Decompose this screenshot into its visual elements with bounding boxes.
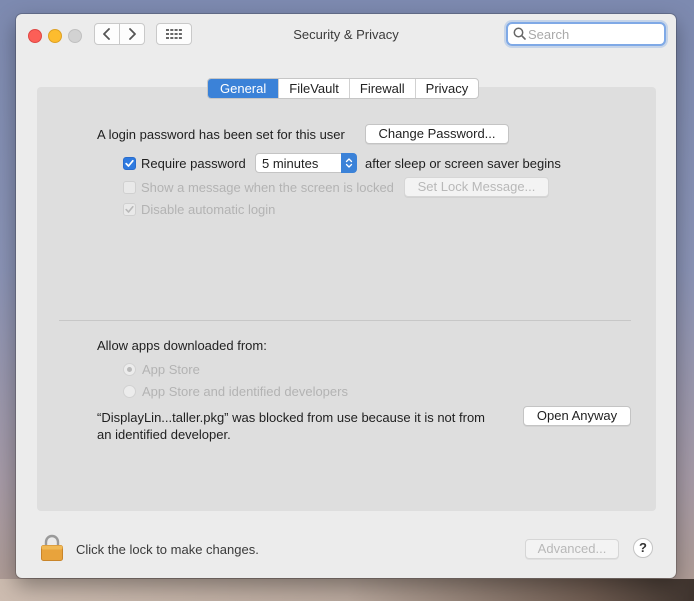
blocked-message-line-2: an identified developer.: [97, 427, 231, 442]
after-sleep-text: after sleep or screen saver begins: [365, 156, 561, 171]
checkmark-icon: [125, 206, 134, 213]
tab-filevault[interactable]: FileVault: [278, 79, 349, 98]
system-preferences-window: Security & Privacy General FileVault Fir…: [16, 14, 676, 578]
allow-apps-heading: Allow apps downloaded from:: [97, 338, 267, 353]
tab-bar: General FileVault Firewall Privacy: [207, 78, 480, 99]
radio-app-store[interactable]: [123, 363, 136, 376]
select-arrows-icon: [341, 153, 357, 173]
login-password-text: A login password has been set for this u…: [97, 127, 345, 142]
require-password-label: Require password: [141, 156, 246, 171]
radio-app-store-label: App Store: [142, 362, 200, 377]
radio-identified-developers[interactable]: [123, 385, 136, 398]
desktop-background: [0, 579, 694, 601]
show-message-checkbox[interactable]: [123, 181, 136, 194]
delay-value: 5 minutes: [262, 156, 319, 171]
blocked-message-line-1: “DisplayLin...taller.pkg” was blocked fr…: [97, 410, 486, 425]
advanced-button[interactable]: Advanced...: [525, 539, 619, 559]
radio-identified-developers-label: App Store and identified developers: [142, 384, 348, 399]
require-password-delay-select[interactable]: 5 minutes: [255, 153, 357, 173]
disable-auto-login-checkbox[interactable]: [123, 203, 136, 216]
open-anyway-button[interactable]: Open Anyway: [523, 406, 631, 426]
general-panel: A login password has been set for this u…: [37, 87, 656, 511]
change-password-button[interactable]: Change Password...: [365, 124, 509, 144]
show-message-label: Show a message when the screen is locked: [141, 180, 394, 195]
help-button[interactable]: ?: [633, 538, 653, 558]
require-password-checkbox[interactable]: [123, 157, 136, 170]
search-input[interactable]: [528, 25, 658, 43]
checkmark-icon: [125, 159, 134, 167]
set-lock-message-button[interactable]: Set Lock Message...: [404, 177, 549, 197]
search-icon: [513, 27, 526, 40]
disable-auto-login-label: Disable automatic login: [141, 202, 276, 217]
blocked-app-message: “DisplayLin...taller.pkg” was blocked fr…: [97, 409, 485, 443]
lock-button[interactable]: [40, 534, 64, 565]
lock-icon: [41, 534, 63, 561]
title-bar: Security & Privacy: [16, 14, 676, 56]
section-divider: [59, 320, 631, 321]
tab-firewall[interactable]: Firewall: [348, 79, 415, 98]
tab-privacy[interactable]: Privacy: [414, 79, 479, 98]
tab-general[interactable]: General: [208, 79, 279, 98]
lock-text: Click the lock to make changes.: [76, 542, 259, 557]
search-field[interactable]: [506, 22, 666, 46]
